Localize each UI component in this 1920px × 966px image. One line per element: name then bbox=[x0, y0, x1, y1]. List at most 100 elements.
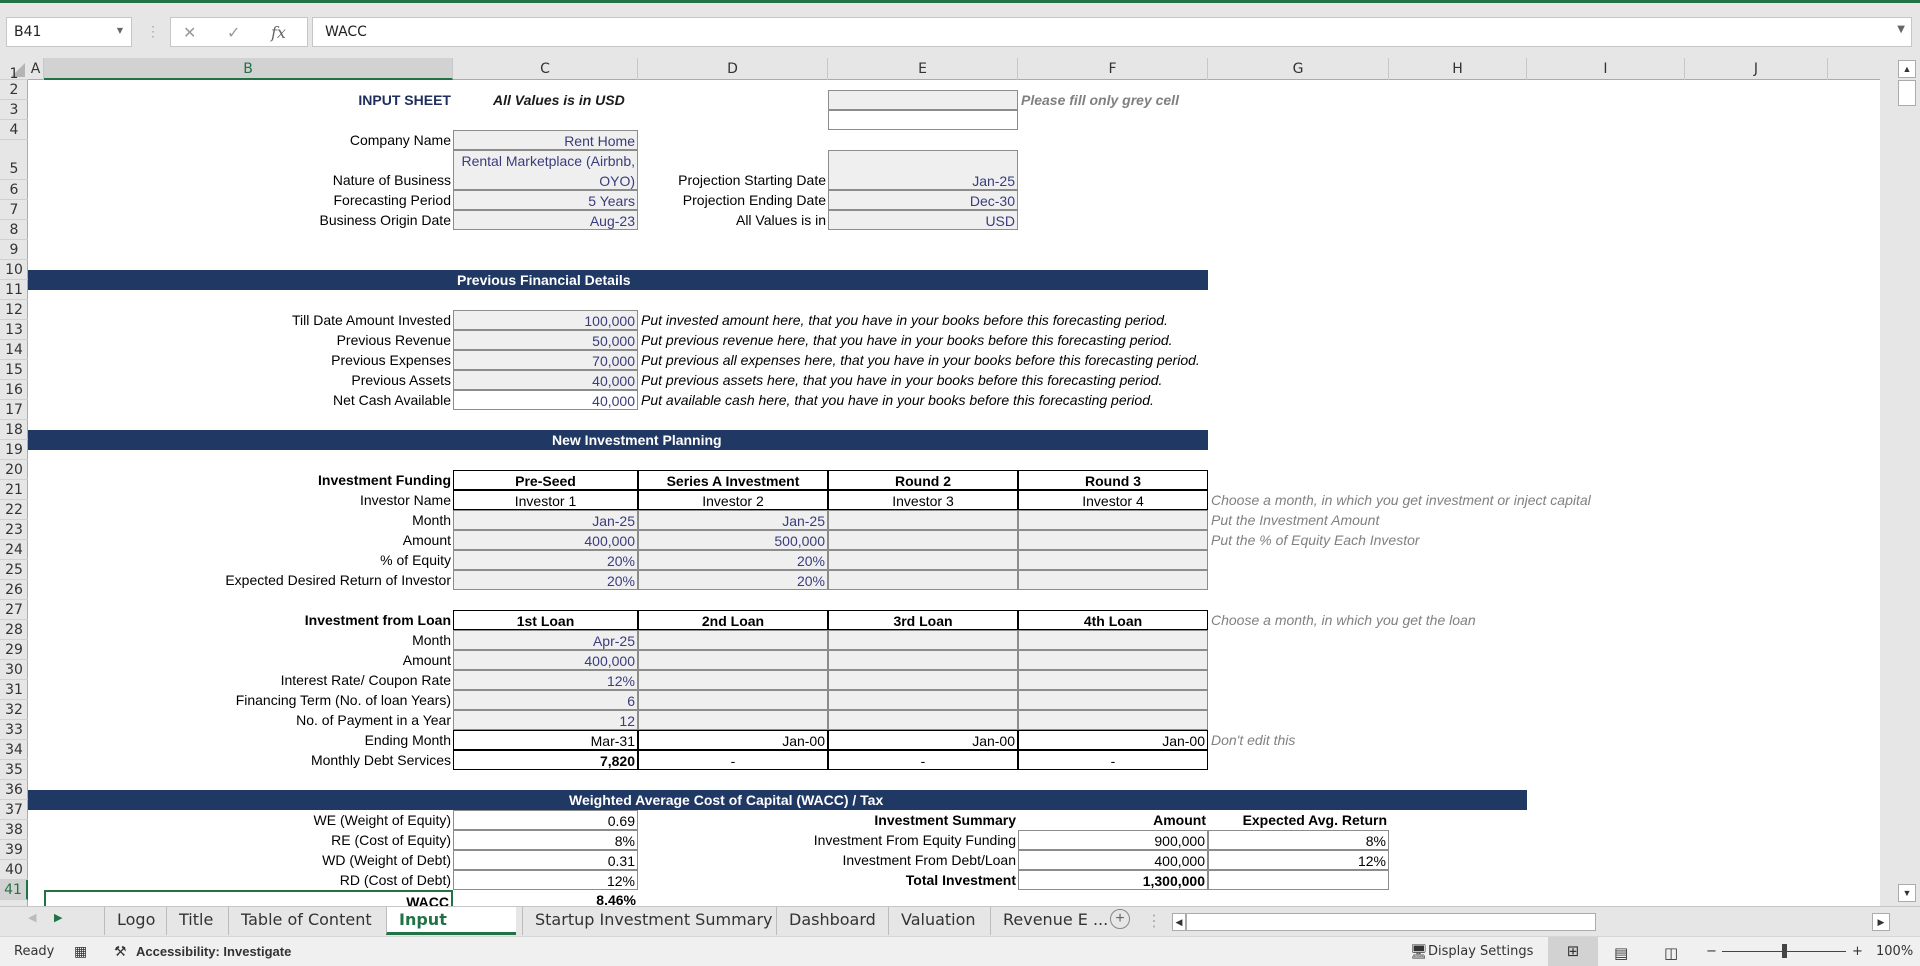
column-header-e[interactable]: E bbox=[828, 58, 1018, 80]
expand-formula-bar-icon[interactable]: ▼ bbox=[1897, 24, 1905, 35]
accessibility-status[interactable]: Accessibility: Investigate bbox=[136, 944, 291, 959]
tab-table-of-content[interactable]: Table of Content bbox=[228, 907, 384, 935]
investment-input[interactable] bbox=[828, 550, 1018, 570]
row-header-5[interactable]: 5 bbox=[0, 140, 28, 180]
row-header-11[interactable]: 11 bbox=[0, 280, 28, 300]
wacc-row-value[interactable]: 8% bbox=[453, 830, 638, 850]
investment-input[interactable] bbox=[828, 510, 1018, 530]
horizontal-scrollbar[interactable]: ◀ ▶ bbox=[1172, 913, 1890, 931]
summary-equity-amount[interactable]: 900,000 bbox=[1018, 830, 1208, 850]
loan-cell[interactable]: - bbox=[1018, 750, 1208, 770]
row-header-18[interactable]: 18 bbox=[0, 420, 28, 440]
add-sheet-icon[interactable]: + bbox=[1110, 909, 1130, 929]
chevron-down-icon[interactable]: ▼ bbox=[117, 26, 123, 35]
tab-valuation[interactable]: Valuation bbox=[888, 907, 988, 935]
row-header-12[interactable]: 12 bbox=[0, 300, 28, 320]
investor-name[interactable]: Investor 2 bbox=[638, 490, 828, 510]
wacc-row-value[interactable]: 0.69 bbox=[453, 810, 638, 830]
cancel-icon[interactable]: ✕ bbox=[183, 23, 196, 43]
column-header-b[interactable]: B bbox=[44, 58, 453, 80]
row-header-34[interactable]: 34 bbox=[0, 740, 28, 760]
row-header-4[interactable]: 4 bbox=[0, 120, 28, 140]
row-header-10[interactable]: 10 bbox=[0, 260, 28, 280]
loan-cell[interactable] bbox=[1018, 710, 1208, 730]
page-break-view-icon[interactable]: ◫ bbox=[1664, 944, 1678, 962]
investment-input[interactable]: 20% bbox=[638, 570, 828, 590]
macro-record-icon[interactable]: ▦ bbox=[74, 944, 87, 960]
investor-name[interactable]: Investor 4 bbox=[1018, 490, 1208, 510]
loan-cell[interactable]: 7,820 bbox=[453, 750, 638, 770]
row-header-38[interactable]: 38 bbox=[0, 820, 28, 840]
column-header-j[interactable]: J bbox=[1685, 58, 1828, 80]
column-header-h[interactable]: H bbox=[1389, 58, 1527, 80]
spreadsheet-grid[interactable]: A B C D E F G H I J 1 2 3 4 5 6 7 8 9 10 11 12 13 14 1… bbox=[0, 58, 1880, 906]
row-header-36[interactable]: 36 bbox=[0, 780, 28, 800]
loan-cell[interactable] bbox=[638, 670, 828, 690]
loan-cell[interactable] bbox=[828, 630, 1018, 650]
previous-value-input[interactable]: 70,000 bbox=[453, 350, 638, 370]
loan-cell[interactable] bbox=[1018, 650, 1208, 670]
company-name-input[interactable]: Rent Home bbox=[453, 130, 638, 150]
column-header-a[interactable]: A bbox=[28, 58, 44, 80]
investment-input[interactable] bbox=[1018, 550, 1208, 570]
enter-icon[interactable]: ✓ bbox=[227, 23, 240, 43]
investment-input[interactable]: Jan-25 bbox=[638, 510, 828, 530]
row-header-28[interactable]: 28 bbox=[0, 620, 28, 640]
row-header-20[interactable]: 20 bbox=[0, 460, 28, 480]
column-header-i[interactable]: I bbox=[1527, 58, 1685, 80]
row-header-29[interactable]: 29 bbox=[0, 640, 28, 660]
vertical-scrollbar[interactable]: ▲ ▼ bbox=[1896, 58, 1920, 906]
investment-input[interactable] bbox=[828, 530, 1018, 550]
loan-cell[interactable] bbox=[828, 670, 1018, 690]
currency-value[interactable]: USD bbox=[828, 210, 1018, 230]
row-header-2[interactable]: 2 bbox=[0, 80, 28, 100]
loan-cell[interactable]: Mar-31 bbox=[453, 730, 638, 750]
loan-cell[interactable] bbox=[638, 650, 828, 670]
summary-total-amount[interactable]: 1,300,000 bbox=[1018, 870, 1208, 890]
row-header-41[interactable]: 41 bbox=[0, 880, 28, 900]
row-header-15[interactable]: 15 bbox=[0, 360, 28, 380]
tab-dashboard[interactable]: Dashboard bbox=[776, 907, 888, 935]
scroll-down-icon[interactable]: ▼ bbox=[1898, 884, 1916, 902]
row-header-3[interactable]: 3 bbox=[0, 100, 28, 120]
summary-debt-amount[interactable]: 400,000 bbox=[1018, 850, 1208, 870]
loan-cell[interactable] bbox=[638, 690, 828, 710]
row-header-23[interactable]: 23 bbox=[0, 520, 28, 540]
display-settings-button[interactable]: Display Settings bbox=[1428, 944, 1533, 959]
investment-input[interactable] bbox=[1018, 570, 1208, 590]
investment-input[interactable] bbox=[1018, 510, 1208, 530]
row-header-8[interactable]: 8 bbox=[0, 220, 28, 240]
tab-title[interactable]: Title bbox=[166, 907, 225, 935]
wacc-label-selected-cell[interactable]: WACC bbox=[44, 890, 453, 906]
page-layout-view-icon[interactable]: ▤ bbox=[1614, 944, 1628, 962]
loan-cell[interactable] bbox=[1018, 690, 1208, 710]
wacc-value[interactable]: 8.46% bbox=[453, 890, 638, 906]
loan-cell[interactable]: 12 bbox=[453, 710, 638, 730]
previous-value-input[interactable]: 40,000 bbox=[453, 390, 638, 410]
loan-cell[interactable]: 6 bbox=[453, 690, 638, 710]
loan-cell[interactable] bbox=[1018, 630, 1208, 650]
tab-revenue[interactable]: Revenue E ... bbox=[990, 907, 1120, 935]
loan-cell[interactable]: Jan-00 bbox=[828, 730, 1018, 750]
normal-view-icon[interactable]: ⊞ bbox=[1548, 937, 1598, 966]
row-header-21[interactable]: 21 bbox=[0, 480, 28, 500]
column-header-c[interactable]: C bbox=[453, 58, 638, 80]
row-header-7[interactable]: 7 bbox=[0, 200, 28, 220]
tab-scroll-right-icon[interactable]: ▶ bbox=[54, 911, 62, 924]
zoom-level[interactable]: 100% bbox=[1876, 944, 1913, 959]
loan-cell[interactable]: Apr-25 bbox=[453, 630, 638, 650]
summary-total-return[interactable] bbox=[1208, 870, 1389, 890]
previous-value-input[interactable]: 100,000 bbox=[453, 310, 638, 330]
row-header-19[interactable]: 19 bbox=[0, 440, 28, 460]
investor-name[interactable]: Investor 3 bbox=[828, 490, 1018, 510]
forecasting-period-input[interactable]: 5 Years bbox=[453, 190, 638, 210]
zoom-out-icon[interactable]: − bbox=[1706, 944, 1717, 959]
projection-start-input[interactable]: Jan-25 bbox=[828, 150, 1018, 190]
vertical-scroll-thumb[interactable] bbox=[1898, 80, 1916, 106]
zoom-in-icon[interactable]: + bbox=[1852, 944, 1863, 959]
row-header-37[interactable]: 37 bbox=[0, 800, 28, 820]
zoom-slider-thumb[interactable] bbox=[1782, 944, 1787, 958]
row-header-14[interactable]: 14 bbox=[0, 340, 28, 360]
investment-input[interactable]: 500,000 bbox=[638, 530, 828, 550]
investment-input[interactable]: Jan-25 bbox=[453, 510, 638, 530]
